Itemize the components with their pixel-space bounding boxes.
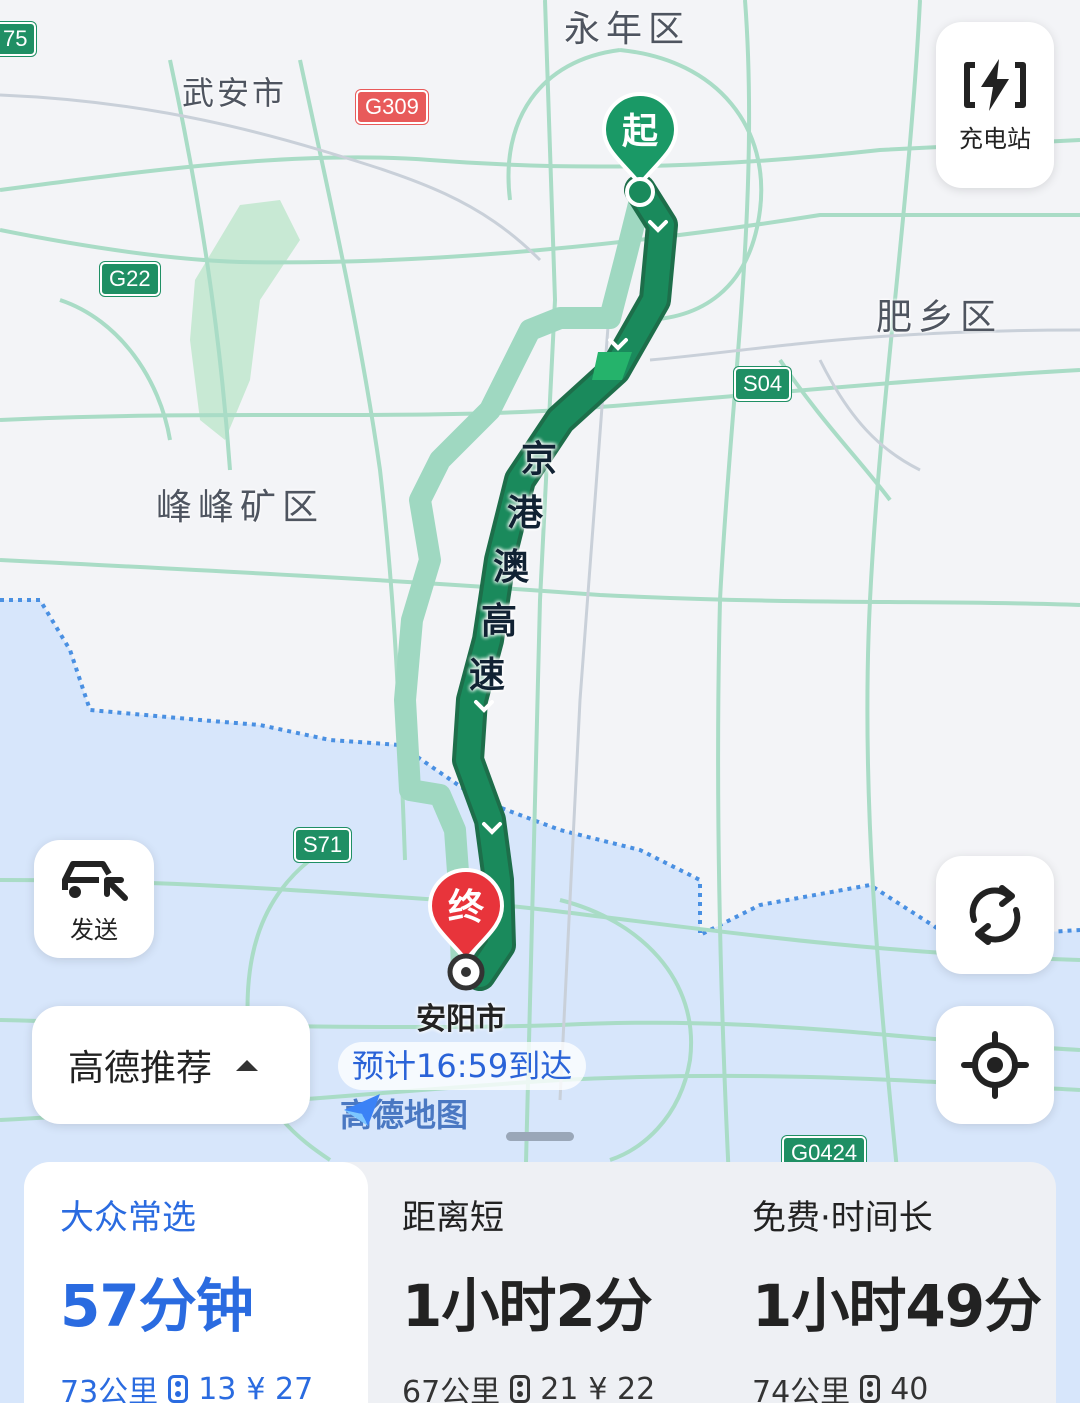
route-planning-screen: 永年区 武安市 肥乡区 峰峰矿区 安阳市 75 G309 G22 S04 S71… [0, 0, 1080, 1403]
road-name-char: 澳 [493, 547, 530, 588]
route-traffic-lights: 40 [890, 1371, 929, 1403]
traffic-light-icon [168, 1375, 189, 1403]
traffic-light-icon [860, 1375, 881, 1403]
route-distance: 73公里 [60, 1375, 159, 1403]
traffic-light-icon [510, 1375, 531, 1403]
route-toll: ¥ 27 [246, 1371, 314, 1403]
eta-label: 预计16:59到达 [338, 1042, 587, 1090]
route-meta: 74公里 40 [752, 1367, 1056, 1403]
route-duration: 1小时49分 [752, 1272, 1042, 1340]
amap-logo: 高德地图 [340, 1090, 468, 1136]
road-name-char: 京 [521, 439, 558, 480]
route-options-panel: 大众常选 57分钟 73公里 13 ¥ 27 距离短 1小时2分 67公里 21… [24, 1162, 1056, 1403]
route-road-name: 京 港 澳 高 速 [467, 430, 557, 700]
district-label-feixiang: 肥乡区 [876, 297, 1003, 338]
road-name-char: 港 [507, 493, 544, 534]
highway-shield-s04: S04 [734, 367, 792, 401]
send-to-car-button[interactable]: 发送 [34, 840, 154, 958]
route-meta: 73公里 13 ¥ 27 [60, 1367, 368, 1403]
route-tag: 距离短 [402, 1198, 504, 1238]
highway-shield-s71: S71 [294, 828, 352, 862]
route-distance: 67公里 [402, 1375, 501, 1403]
send-to-car-label: 发送 [70, 915, 118, 944]
amap-logo-icon [344, 1094, 380, 1126]
route-tag: 大众常选 [60, 1198, 196, 1238]
road-name-char: 速 [469, 655, 506, 696]
city-label-anyang: 安阳市 [416, 1002, 506, 1037]
route-preference-selector[interactable]: 高德推荐 [32, 1006, 310, 1124]
refresh-button[interactable] [936, 856, 1054, 974]
road-name-char: 高 [481, 601, 518, 642]
caret-up-icon [236, 1059, 259, 1071]
end-pin-label: 终 [447, 887, 484, 928]
route-option-recommended[interactable]: 大众常选 57分钟 73公里 13 ¥ 27 [24, 1162, 368, 1403]
route-traffic-lights: 13 [198, 1371, 237, 1403]
route-tag: 免费·时间长 [752, 1198, 933, 1238]
route-preference-label: 高德推荐 [68, 1048, 213, 1089]
charging-station-label: 充电站 [959, 124, 1031, 153]
start-pin-label: 起 [621, 111, 658, 152]
route-meta: 67公里 21 ¥ 22 [402, 1367, 712, 1403]
end-pin[interactable]: 终 [428, 868, 504, 992]
refresh-icon [969, 885, 1021, 945]
locate-button[interactable] [936, 1006, 1054, 1124]
district-label-yongnian: 永年区 [564, 9, 691, 50]
route-distance: 74公里 [752, 1375, 851, 1403]
route-toll: ¥ 22 [588, 1371, 656, 1403]
route-duration: 57分钟 [60, 1272, 254, 1340]
route-option-shortest[interactable]: 距离短 1小时2分 67公里 21 ¥ 22 [368, 1162, 712, 1403]
district-label-wuan: 武安市 [182, 74, 288, 112]
locate-icon [961, 1031, 1029, 1099]
highway-shield-g22: G22 [100, 262, 160, 296]
sheet-drag-handle[interactable] [506, 1132, 574, 1141]
route-option-free[interactable]: 免费·时间长 1小时49分 74公里 40 [712, 1162, 1056, 1403]
charging-station-icon [964, 58, 1026, 111]
charging-station-button[interactable]: 充电站 [936, 22, 1054, 188]
highway-shield-edge: 75 [0, 22, 37, 56]
route-traffic-lights: 21 [540, 1371, 579, 1403]
start-pin[interactable]: 起 [602, 92, 678, 212]
district-label-fengfeng: 峰峰矿区 [156, 487, 325, 528]
highway-shield-g309: G309 [356, 90, 428, 124]
car-send-icon [62, 860, 128, 901]
route-duration: 1小时2分 [402, 1272, 653, 1340]
